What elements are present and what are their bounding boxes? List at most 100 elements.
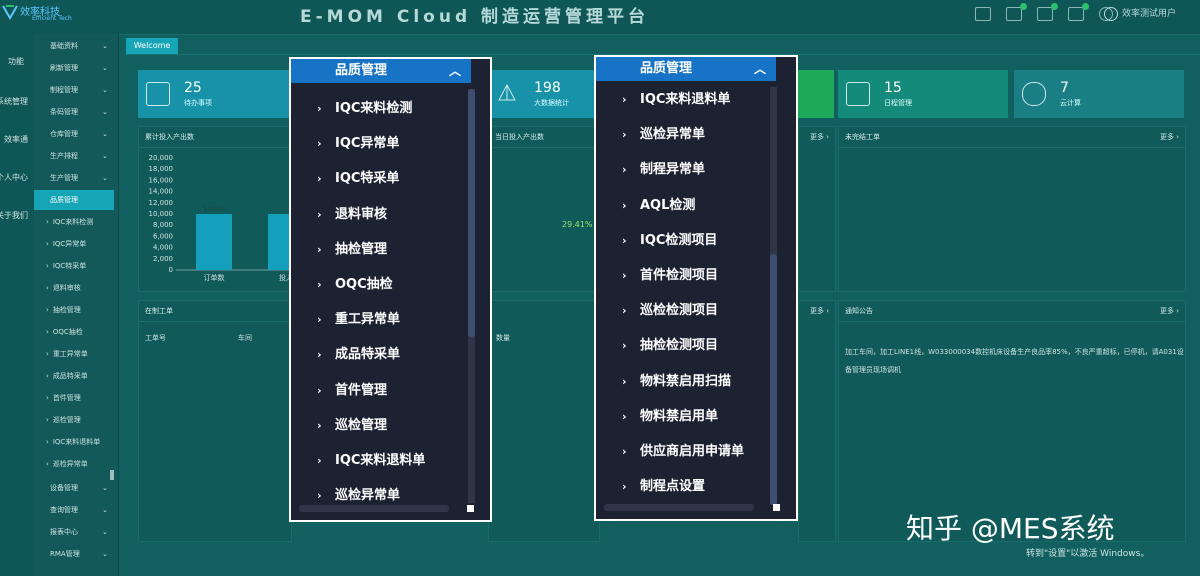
dropdown-item[interactable]: › 抽检检测项目	[596, 328, 768, 363]
menu-group[interactable]: 仓库管理 ⌄	[34, 124, 114, 144]
stat-card-todo[interactable]: 25 待办事项	[138, 70, 294, 118]
dropdown-item[interactable]: › 巡检异常单	[596, 117, 768, 152]
menu-subitem[interactable]: › 抽检管理	[34, 300, 114, 320]
menu-subitem[interactable]: › IQC异常单	[34, 234, 114, 254]
dropdown-item[interactable]: › 物料禁启用单	[596, 399, 768, 434]
dropdown-item[interactable]: › IQC检测项目	[596, 223, 768, 258]
stat-card-bigdata[interactable]: 198 大数据统计	[488, 70, 598, 118]
stat-card-green[interactable]	[798, 70, 834, 118]
dropdown-item[interactable]: › 首件检测项目	[596, 258, 768, 293]
dropdown-item[interactable]: › IQC来料检测	[291, 91, 463, 126]
menu-group[interactable]: 设备管理 ⌄	[34, 478, 114, 498]
y-tick-label: 18,000	[149, 165, 174, 173]
dropdown-item[interactable]: › 物料禁启用扫描	[596, 364, 768, 399]
dropdown-item[interactable]: › 制程异常单	[596, 152, 768, 187]
menu-subitem[interactable]: › IQC来料检测	[34, 212, 114, 232]
menu-scrollbar[interactable]	[110, 470, 114, 480]
dropdown-header[interactable]: 品质管理 ︿	[291, 59, 471, 83]
horizontal-scrollbar[interactable]	[604, 504, 754, 511]
more-link[interactable]: 更多 ›	[810, 127, 829, 147]
horizontal-scrollbar[interactable]	[299, 505, 449, 512]
export-icon[interactable]	[1068, 3, 1090, 21]
scrollbar-thumb[interactable]	[468, 89, 475, 338]
table-header-qty: 数量	[496, 334, 510, 342]
dropdown-item[interactable]: › IQC来料退料单	[596, 82, 768, 117]
menu-subitem[interactable]: › 巡检异常单	[34, 454, 114, 474]
dropdown-header[interactable]: 品质管理 ︿	[596, 57, 776, 81]
user-menu[interactable]: 效率测试用户	[1104, 6, 1176, 21]
monitor-icon[interactable]	[975, 7, 991, 21]
stat-value: 15	[884, 80, 902, 96]
menu-subitem[interactable]: › OQC抽检	[34, 322, 114, 342]
stat-card-cloud[interactable]: 7 云计算	[1014, 70, 1184, 118]
dropdown-item[interactable]: › IQC特采单	[291, 161, 463, 196]
dropdown-item[interactable]: › 巡检管理	[291, 408, 463, 443]
nav-item-system[interactable]: 系统管理	[0, 96, 28, 107]
dropdown-item[interactable]: › IQC来料退料单	[291, 443, 463, 478]
side-menu: 基础资料 ⌄ 刷新管理 ⌄ 制程管理 ⌄ 条码管理 ⌄ 仓库管理 ⌄ 生产排程 ⌄ 生产管理…	[34, 34, 119, 576]
dropdown-item[interactable]: › 成品特采单	[291, 337, 463, 372]
bar[interactable]	[196, 214, 232, 270]
dropdown-item[interactable]: › OQC抽检	[291, 267, 463, 302]
menu-subitem[interactable]: › IQC来料退料单	[34, 432, 114, 452]
panel-title: 累计投入产出数	[139, 127, 291, 148]
top-icons	[975, 3, 1123, 22]
cloud-icon	[1022, 82, 1046, 106]
chevron-right-icon: ›	[317, 102, 322, 115]
nav-item-about[interactable]: 关于我们	[0, 210, 28, 221]
dropdown-item-label: 供应商启用申请单	[640, 444, 745, 459]
menu-group[interactable]: RMA管理 ⌄	[34, 544, 114, 564]
vertical-scrollbar[interactable]	[770, 87, 777, 505]
stat-card-schedule[interactable]: 15 日程管理	[838, 70, 1008, 118]
dropdown-item[interactable]: › 供应商启用申请单	[596, 434, 768, 469]
dropdown-item[interactable]: › IQC异常单	[291, 126, 463, 161]
dropdown-item[interactable]: › 退料审核	[291, 197, 463, 232]
chevron-right-icon: ›	[622, 269, 627, 282]
menu-group[interactable]: 生产管理 ⌄	[34, 168, 114, 188]
dropdown-item[interactable]: › 抽检管理	[291, 232, 463, 267]
menu-group-active[interactable]: 品质管理	[34, 190, 114, 210]
more-link[interactable]: 更多 ›	[810, 301, 829, 321]
message-icon[interactable]	[1037, 3, 1059, 21]
chevron-right-icon: ›	[622, 198, 627, 212]
menu-group[interactable]: 基础资料 ⌄	[34, 36, 114, 56]
more-link[interactable]: 更多 ›	[1160, 301, 1179, 321]
menu-group[interactable]: 条码管理 ⌄	[34, 102, 114, 122]
menu-group[interactable]: 报表中心 ⌄	[34, 522, 114, 542]
nav-item-xiaolvtong[interactable]: 效率通	[4, 134, 28, 145]
menu-subitem[interactable]: › IQC特采单	[34, 256, 114, 276]
nav-item-function[interactable]: 功能	[8, 56, 24, 67]
dropdown-item[interactable]: › 巡检检测项目	[596, 293, 768, 328]
menu-subitem[interactable]: › 首件管理	[34, 388, 114, 408]
dropdown-item[interactable]: › AQL检测	[596, 188, 768, 223]
scrollbar-thumb[interactable]	[770, 254, 777, 505]
dropdown-item[interactable]: › 制程点设置	[596, 469, 768, 504]
more-link[interactable]: 更多 ›	[1160, 127, 1179, 147]
menu-subitem[interactable]: › 退料审核	[34, 278, 114, 298]
dropdown-item-label: 抽检检测项目	[640, 338, 719, 354]
x-category-label: 订单数	[204, 273, 225, 282]
menu-group[interactable]: 刷新管理 ⌄	[34, 58, 114, 78]
logo[interactable]: 效率科技 Efficient Tech	[0, 0, 90, 34]
tab-welcome[interactable]: Welcome	[126, 38, 178, 54]
logo-mark-icon	[2, 5, 18, 20]
vertical-scrollbar[interactable]	[468, 89, 475, 503]
dropdown-item-label: IQC异常单	[335, 136, 400, 152]
chevron-right-icon: ›	[622, 233, 627, 247]
dropdown-item[interactable]: › 首件管理	[291, 373, 463, 408]
dropdown-item-label: 物料禁启用扫描	[640, 373, 732, 389]
menu-group[interactable]: 生产排程 ⌄	[34, 146, 114, 166]
dropdown-quality-right: 品质管理 ︿ › IQC来料退料单 › 巡检异常单 › 制程异常单 › AQL检测 › IQC检测…	[594, 55, 798, 521]
menu-subitem[interactable]: › 成品特采单	[34, 366, 114, 386]
calendar-icon	[846, 82, 870, 106]
chevron-right-icon: ›	[622, 480, 627, 494]
menu-subitem[interactable]: › 重工异常单	[34, 344, 114, 364]
stat-label: 大数据统计	[534, 99, 569, 107]
dropdown-item[interactable]: › 重工异常单	[291, 302, 463, 337]
phone-icon[interactable]	[1006, 3, 1028, 21]
menu-group[interactable]: 查询管理 ⌄	[34, 500, 114, 520]
menu-subitem[interactable]: › 巡检管理	[34, 410, 114, 430]
nav-item-profile[interactable]: 个人中心	[0, 172, 28, 183]
dropdown-item-label: 巡检管理	[335, 417, 388, 433]
menu-group[interactable]: 制程管理 ⌄	[34, 80, 114, 100]
